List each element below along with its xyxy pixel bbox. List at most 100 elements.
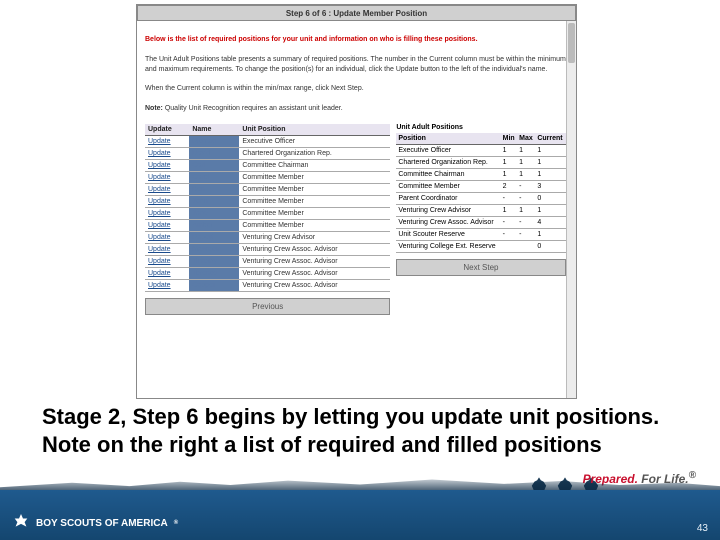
member-name: Amber <box>189 219 239 231</box>
max-val: - <box>517 180 535 192</box>
max-val: 1 <box>517 156 535 168</box>
note-label: Note: <box>145 105 163 112</box>
intro-line3b: Next Step. <box>331 85 364 92</box>
col-name: Name <box>189 124 239 136</box>
table-row: Committee Member2-3 <box>396 180 565 192</box>
current-val: 1 <box>535 204 565 216</box>
current-val: 3 <box>535 180 565 192</box>
member-position: Chartered Organization Rep. <box>239 147 390 159</box>
member-position: Venturing Crew Assoc. Advisor <box>239 255 390 267</box>
current-val: 0 <box>535 192 565 204</box>
min-val: 1 <box>501 204 518 216</box>
min-val: 1 <box>501 144 518 156</box>
update-link[interactable]: Update <box>145 195 189 207</box>
update-link[interactable]: Update <box>145 147 189 159</box>
member-name: David <box>189 147 239 159</box>
min-val: - <box>501 228 518 240</box>
current-val: 1 <box>535 228 565 240</box>
member-name: Maureen <box>189 243 239 255</box>
current-val: 4 <box>535 216 565 228</box>
scroll-thumb[interactable] <box>568 23 575 63</box>
member-position: Committee Chairman <box>239 159 390 171</box>
next-step-button[interactable]: Next Step <box>396 259 565 276</box>
positions-panel: Unit Adult Positions Position Min Max Cu… <box>396 124 565 315</box>
max-val: 1 <box>517 144 535 156</box>
table-row: Parent Coordinator--0 <box>396 192 565 204</box>
update-link[interactable]: Update <box>145 255 189 267</box>
member-name: John <box>189 195 239 207</box>
current-val: 1 <box>535 168 565 180</box>
table-row: Executive Officer111 <box>396 144 565 156</box>
intro-line3a: When the Current column is within the mi… <box>145 85 331 92</box>
member-position: Committee Member <box>239 195 390 207</box>
update-link[interactable]: Update <box>145 219 189 231</box>
member-name: Timothy <box>189 255 239 267</box>
col-current: Current <box>535 133 565 145</box>
current-val: 0 <box>535 240 565 252</box>
current-val: 1 <box>535 144 565 156</box>
position-name: Executive Officer <box>396 144 500 156</box>
table-row: UpdateDavidChartered Organization Rep. <box>145 147 390 159</box>
update-link[interactable]: Update <box>145 279 189 291</box>
table-row: UpdateCooperVenturing Crew Assoc. Adviso… <box>145 279 390 291</box>
table-row: Unit Scouter Reserve--1 <box>396 228 565 240</box>
min-val: 1 <box>501 168 518 180</box>
table-row: Chartered Organization Rep.111 <box>396 156 565 168</box>
table-row: UpdateTerenceVenturing Crew Assoc. Advis… <box>145 267 390 279</box>
table-row: Committee Chairman111 <box>396 168 565 180</box>
member-position: Committee Member <box>239 219 390 231</box>
table-row: UpdateTimothyVenturing Crew Assoc. Advis… <box>145 255 390 267</box>
bsa-logo: BOY SCOUTS OF AMERICA® <box>12 514 178 532</box>
fleur-de-lis-icon <box>12 514 30 532</box>
col-max: Max <box>517 133 535 145</box>
col-min: Min <box>501 133 518 145</box>
member-name: Terence <box>189 267 239 279</box>
member-name: Ben <box>189 183 239 195</box>
table-row: UpdateJohnCommittee Member <box>145 195 390 207</box>
step-title: Step 6 of 6 : Update Member Position <box>137 5 576 21</box>
position-name: Unit Scouter Reserve <box>396 228 500 240</box>
previous-button[interactable]: Previous <box>145 298 390 315</box>
table-row: Venturing Crew Advisor111 <box>396 204 565 216</box>
member-position: Venturing Crew Assoc. Advisor <box>239 243 390 255</box>
table-row: Venturing College Ext. Reserve 0 <box>396 240 565 252</box>
update-link[interactable]: Update <box>145 171 189 183</box>
position-name: Committee Chairman <box>396 168 500 180</box>
table-row: UpdateRichardExecutive Officer <box>145 135 390 147</box>
position-name: Venturing Crew Advisor <box>396 204 500 216</box>
max-val: 1 <box>517 168 535 180</box>
table-row: UpdateCarlCommittee Chairman <box>145 159 390 171</box>
logo-text: BOY SCOUTS OF AMERICA <box>36 518 168 529</box>
update-link[interactable]: Update <box>145 231 189 243</box>
member-name: Robert <box>189 231 239 243</box>
member-name: Jane <box>189 207 239 219</box>
scrollbar[interactable] <box>566 21 576 398</box>
position-name: Parent Coordinator <box>396 192 500 204</box>
update-link[interactable]: Update <box>145 183 189 195</box>
position-name: Venturing College Ext. Reserve <box>396 240 500 252</box>
max-val: - <box>517 192 535 204</box>
member-position: Committee Member <box>239 171 390 183</box>
intro-line2: The Unit Adult Positions table presents … <box>145 55 568 75</box>
table-header-row: Update Name Unit Position <box>145 124 390 136</box>
app-screenshot: Step 6 of 6 : Update Member Position Bel… <box>136 4 577 399</box>
table-row: Venturing Crew Assoc. Advisor--4 <box>396 216 565 228</box>
page-number: 43 <box>697 523 708 534</box>
col-position: Position <box>396 133 500 145</box>
members-table: Update Name Unit Position UpdateRichardE… <box>145 124 390 292</box>
update-link[interactable]: Update <box>145 243 189 255</box>
update-link[interactable]: Update <box>145 207 189 219</box>
member-position: Venturing Crew Assoc. Advisor <box>239 279 390 291</box>
update-link[interactable]: Update <box>145 135 189 147</box>
position-name: Chartered Organization Rep. <box>396 156 500 168</box>
table-row: UpdateAmberCommittee Member <box>145 219 390 231</box>
table-row: UpdateBenCommittee Member <box>145 183 390 195</box>
member-name: Carol <box>189 171 239 183</box>
slide-caption: Stage 2, Step 6 begins by letting you up… <box>42 403 682 458</box>
col-update: Update <box>145 124 189 136</box>
members-panel: Update Name Unit Position UpdateRichardE… <box>145 124 390 315</box>
update-link[interactable]: Update <box>145 159 189 171</box>
table-row: UpdateMaureenVenturing Crew Assoc. Advis… <box>145 243 390 255</box>
update-link[interactable]: Update <box>145 267 189 279</box>
intro-line1: Below is the list of required positions … <box>145 36 478 43</box>
